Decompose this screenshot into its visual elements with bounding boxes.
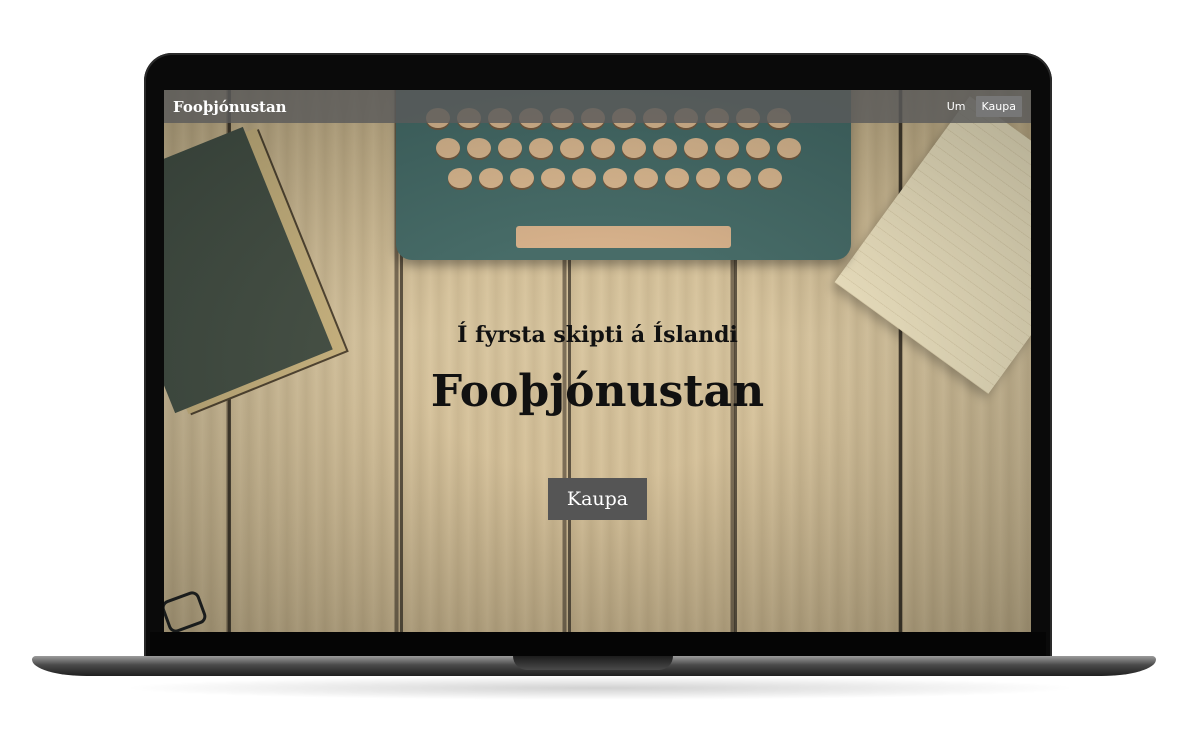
hero-title: Fooþjónustan (430, 366, 765, 417)
hero-section: Í fyrsta skipti á Íslandi Fooþjónustan K… (164, 90, 1031, 632)
laptop-chin (150, 632, 1046, 656)
nav-links: Um Kaupa (941, 96, 1022, 117)
laptop-shadow (120, 676, 1080, 700)
navbar: Fooþjónustan Um Kaupa (164, 90, 1031, 123)
laptop-notch (513, 656, 673, 670)
nav-link-kaupa[interactable]: Kaupa (975, 96, 1022, 117)
brand-link[interactable]: Fooþjónustan (173, 98, 287, 116)
laptop-screen: Í fyrsta skipti á Íslandi Fooþjónustan K… (164, 90, 1031, 632)
laptop-mockup: Í fyrsta skipti á Íslandi Fooþjónustan K… (0, 0, 1200, 747)
nav-link-um[interactable]: Um (941, 96, 972, 117)
buy-button[interactable]: Kaupa (548, 478, 647, 520)
hero-tagline: Í fyrsta skipti á Íslandi (457, 322, 738, 348)
